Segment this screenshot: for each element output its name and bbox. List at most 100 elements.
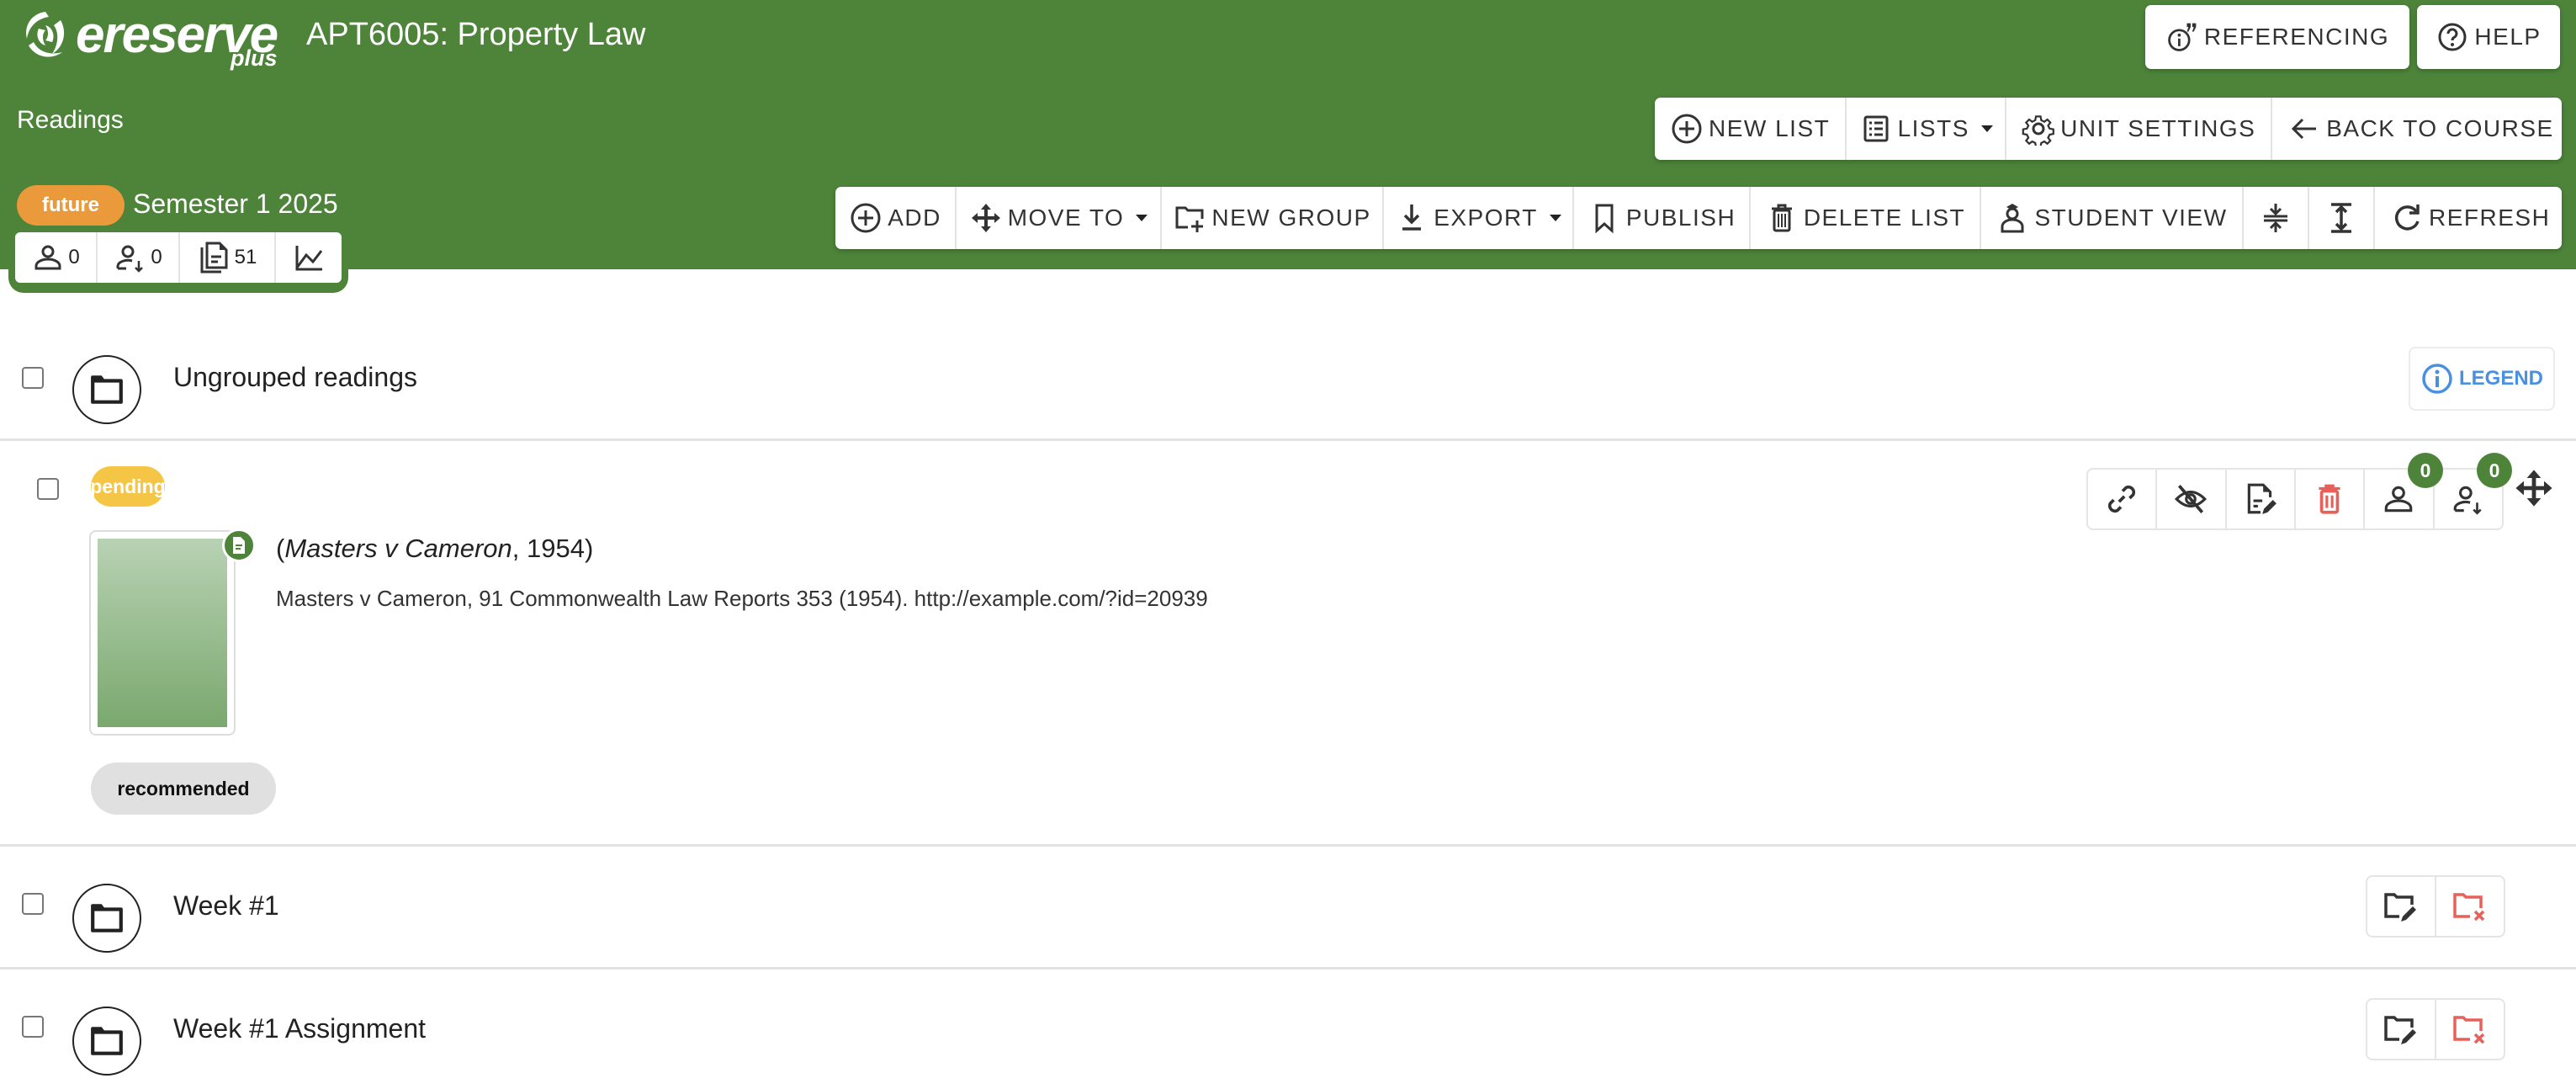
group-title[interactable]: Week #1 Assignment xyxy=(173,1013,426,1044)
swirl-logo-icon xyxy=(26,12,65,57)
move-icon xyxy=(971,204,1000,232)
readings-count: 51 xyxy=(234,246,257,268)
stat-readings[interactable]: 51 xyxy=(180,232,276,283)
export-label: Export xyxy=(1434,205,1538,231)
ereserve-logo[interactable]: ereserve plus xyxy=(20,5,281,72)
referencing-button[interactable]: Referencing xyxy=(2145,5,2409,69)
refresh-icon xyxy=(2394,205,2420,231)
add-label: Add xyxy=(888,205,941,231)
folder-edit-icon xyxy=(2384,893,2416,922)
unit-settings-button[interactable]: Unit Settings xyxy=(2006,98,2273,160)
student-view-button[interactable]: Student View xyxy=(1981,187,2244,249)
edit-reading-button[interactable] xyxy=(2227,470,2296,529)
move-to-dropdown-button[interactable]: Move To xyxy=(957,187,1162,249)
logo-plus: plus xyxy=(231,45,278,71)
group-row-ungrouped: Ungrouped readings xyxy=(0,328,2576,441)
lists-dropdown-button[interactable]: Lists xyxy=(1847,98,2007,160)
case-name: Masters v Cameron xyxy=(284,534,512,563)
student-downloads-count: 0 xyxy=(151,246,162,268)
group-title[interactable]: Ungrouped readings xyxy=(173,362,417,393)
referencing-button-inner[interactable]: Referencing xyxy=(2145,5,2409,69)
trash-icon xyxy=(1771,204,1792,232)
reading-toolbar: Add Move To New Group Export Publish Del… xyxy=(835,187,2562,249)
downloads-count-badge: 0 xyxy=(2477,453,2512,488)
list-toolbar: New List Lists Unit Settings Back to Cou… xyxy=(1655,98,2562,160)
folder-icon xyxy=(91,904,123,932)
collapse-all-button[interactable] xyxy=(2244,187,2309,249)
group-checkbox[interactable] xyxy=(22,1016,44,1038)
delete-list-button[interactable]: Delete List xyxy=(1751,187,1981,249)
reading-status-badge: pending xyxy=(91,466,165,507)
new-list-button[interactable]: New List xyxy=(1655,98,1847,160)
help-button[interactable]: Help xyxy=(2417,5,2560,69)
folder-remove-icon xyxy=(2453,1016,2485,1044)
edit-group-button[interactable] xyxy=(2367,1000,2436,1059)
stat-analytics[interactable] xyxy=(276,232,342,283)
new-group-button[interactable]: New Group xyxy=(1162,187,1384,249)
group-title[interactable]: Week #1 xyxy=(173,890,279,922)
list-icon xyxy=(1863,115,1889,142)
caret-down-icon xyxy=(1980,125,1993,132)
stat-student-downloads[interactable]: 0 xyxy=(98,232,180,283)
export-dropdown-button[interactable]: Export xyxy=(1384,187,1574,249)
bookmark-icon xyxy=(1595,204,1614,234)
lists-label: Lists xyxy=(1897,115,1969,141)
plus-circle-icon xyxy=(851,203,881,233)
refresh-button[interactable]: Refresh xyxy=(2375,187,2565,249)
delete-group-button[interactable] xyxy=(2436,1000,2504,1059)
trash-icon xyxy=(2319,484,2340,514)
folder-remove-icon xyxy=(2453,893,2485,922)
download-icon xyxy=(1402,205,1422,231)
publish-label: Publish xyxy=(1625,205,1736,231)
new-list-label: New List xyxy=(1709,115,1831,141)
drag-handle-move-icon[interactable] xyxy=(2514,468,2554,508)
thumbnail-image xyxy=(98,539,227,727)
user-download-icon xyxy=(116,245,144,273)
reading-thumbnail[interactable] xyxy=(89,530,236,736)
link-icon xyxy=(2108,485,2136,513)
reading-checkbox[interactable] xyxy=(37,478,59,500)
group-actions xyxy=(2366,998,2505,1060)
legend-button[interactable]: Legend xyxy=(2409,347,2555,411)
group-checkbox[interactable] xyxy=(22,367,44,389)
document-type-badge xyxy=(222,529,256,562)
group-row-week-1: Week #1 xyxy=(0,847,2576,969)
student-icon xyxy=(2001,204,2024,233)
publish-button[interactable]: Publish xyxy=(1574,187,1751,249)
help-button-inner[interactable]: Help xyxy=(2417,5,2560,69)
group-actions xyxy=(2366,875,2505,938)
course-title: APT6005: Property Law xyxy=(306,17,646,52)
move-to-label: Move To xyxy=(1007,205,1125,231)
folder-icon-circle xyxy=(72,1007,141,1076)
views-count-badge: 0 xyxy=(2408,453,2443,488)
reading-citation: Masters v Cameron, 91 Commonwealth Law R… xyxy=(276,586,1208,611)
stat-students[interactable]: 0 xyxy=(15,232,98,283)
gear-icon xyxy=(2022,115,2055,146)
refresh-label: Refresh xyxy=(2429,205,2551,231)
plus-circle-icon xyxy=(1672,114,1702,144)
user-icon xyxy=(34,245,61,270)
referencing-label: Referencing xyxy=(2203,24,2390,50)
edit-group-button[interactable] xyxy=(2367,877,2436,936)
back-to-course-button[interactable]: Back to Course xyxy=(2272,98,2568,160)
delete-group-button[interactable] xyxy=(2436,877,2504,936)
term-status-badge: future xyxy=(17,185,125,226)
folder-icon-circle xyxy=(72,884,141,953)
user-icon xyxy=(2385,486,2413,513)
caret-down-icon xyxy=(1136,215,1148,221)
group-checkbox[interactable] xyxy=(22,893,44,915)
line-chart-icon xyxy=(295,246,323,271)
delete-reading-button[interactable] xyxy=(2296,470,2366,529)
expand-icon xyxy=(2331,203,2351,233)
add-button[interactable]: Add xyxy=(835,187,957,249)
expand-all-button[interactable] xyxy=(2309,187,2375,249)
title-year: , 1954) xyxy=(511,534,594,563)
reading-title[interactable]: (Masters v Cameron, 1954) xyxy=(276,534,593,564)
student-view-label: Student View xyxy=(2034,205,2228,231)
copy-link-button[interactable] xyxy=(2088,470,2158,529)
document-edit-icon xyxy=(2247,483,2277,514)
term-name: Semester 1 2025 xyxy=(133,189,338,219)
reading-tag: recommended xyxy=(91,762,276,815)
toggle-visibility-button[interactable] xyxy=(2157,470,2227,529)
referencing-info-quote-icon xyxy=(2168,23,2197,51)
